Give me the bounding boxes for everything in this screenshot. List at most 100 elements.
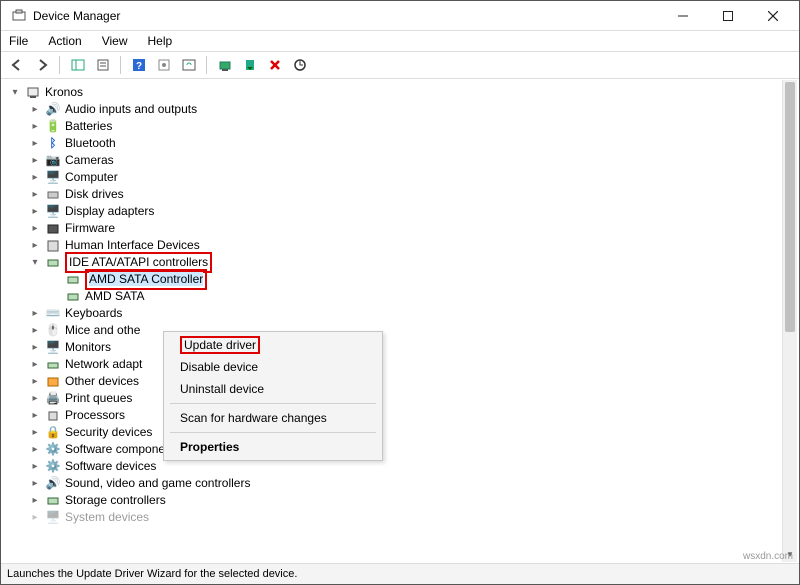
chevron-right-icon[interactable]: ▸ (29, 427, 41, 439)
tree-item-keyboards[interactable]: ▸ ⌨️ Keyboards (9, 305, 799, 322)
back-button[interactable] (6, 55, 27, 76)
scroll-thumb[interactable] (785, 82, 795, 332)
chevron-down-icon[interactable]: ▾ (29, 257, 41, 269)
tree-item-mice[interactable]: ▸ 🖱️ Mice and othe (9, 322, 799, 339)
chevron-right-icon[interactable]: ▸ (29, 240, 41, 252)
audio-icon: 🔊 (45, 102, 61, 118)
refresh-button[interactable] (178, 55, 199, 76)
cm-scan-hardware[interactable]: Scan for hardware changes (166, 407, 380, 429)
chevron-right-icon[interactable]: ▸ (29, 376, 41, 388)
chevron-right-icon[interactable]: ▸ (29, 461, 41, 473)
chevron-right-icon[interactable]: ▸ (29, 393, 41, 405)
chevron-right-icon[interactable]: ▸ (29, 206, 41, 218)
chevron-right-icon[interactable]: ▸ (29, 121, 41, 133)
cm-separator (170, 403, 376, 404)
tree-item-security[interactable]: ▸ 🔒 Security devices (9, 424, 799, 441)
menu-help[interactable]: Help (146, 33, 175, 49)
tree-item-amd-sata-controller[interactable]: AMD SATA Controller (9, 271, 799, 288)
tree-item-processors[interactable]: ▸ Processors (9, 407, 799, 424)
chevron-down-icon[interactable]: ▾ (9, 87, 21, 99)
audio-icon: 🔊 (45, 476, 61, 492)
tree-root-label: Kronos (45, 84, 83, 101)
chevron-right-icon[interactable]: ▸ (29, 223, 41, 235)
update-driver-button[interactable] (214, 55, 235, 76)
computer-icon (25, 85, 41, 101)
tree-item-software-devices[interactable]: ▸ ⚙️ Software devices (9, 458, 799, 475)
chevron-right-icon[interactable]: ▸ (29, 172, 41, 184)
device-tree-panel: ▾ Kronos ▸ 🔊 Audio inputs and outputs ▸ … (1, 80, 799, 564)
menu-view[interactable]: View (100, 33, 130, 49)
minimize-button[interactable] (660, 1, 705, 31)
help-button[interactable]: ? (128, 55, 149, 76)
monitor-icon: 🖥️ (45, 340, 61, 356)
tree-item-monitors[interactable]: ▸ 🖥️ Monitors (9, 339, 799, 356)
chevron-right-icon[interactable]: ▸ (29, 325, 41, 337)
window-controls (660, 1, 795, 31)
cm-update-driver[interactable]: Update driver (166, 334, 380, 356)
chevron-right-icon[interactable]: ▸ (29, 478, 41, 490)
chevron-right-icon[interactable]: ▸ (29, 512, 41, 524)
tree-item-network[interactable]: ▸ Network adapt (9, 356, 799, 373)
highlight-update-driver: Update driver (180, 336, 260, 354)
chevron-right-icon[interactable]: ▸ (29, 342, 41, 354)
maximize-button[interactable] (705, 1, 750, 31)
software-icon: ⚙️ (45, 442, 61, 458)
tree-item-display-adapters[interactable]: ▸ 🖥️ Display adapters (9, 203, 799, 220)
chevron-right-icon[interactable]: ▸ (29, 138, 41, 150)
cm-uninstall-device[interactable]: Uninstall device (166, 378, 380, 400)
tree-item-amd-sata[interactable]: AMD SATA (9, 288, 799, 305)
network-icon (45, 357, 61, 373)
chevron-right-icon[interactable]: ▸ (29, 155, 41, 167)
mouse-icon: 🖱️ (45, 323, 61, 339)
close-button[interactable] (750, 1, 795, 31)
forward-button[interactable] (31, 55, 52, 76)
window-title: Device Manager (33, 9, 120, 23)
tree-item-disk-drives[interactable]: ▸ Disk drives (9, 186, 799, 203)
chevron-right-icon[interactable]: ▸ (29, 495, 41, 507)
menu-file[interactable]: File (7, 33, 30, 49)
tree-item-other[interactable]: ▸ Other devices (9, 373, 799, 390)
tree-item-computer[interactable]: ▸ 🖥️ Computer (9, 169, 799, 186)
tree-item-print-queues[interactable]: ▸ 🖨️ Print queues (9, 390, 799, 407)
properties-button[interactable] (92, 55, 113, 76)
tree-item-sound-video-game[interactable]: ▸ 🔊 Sound, video and game controllers (9, 475, 799, 492)
chevron-right-icon[interactable]: ▸ (29, 359, 41, 371)
chevron-right-icon[interactable]: ▸ (29, 189, 41, 201)
chevron-right-icon[interactable]: ▸ (29, 104, 41, 116)
chevron-right-icon[interactable]: ▸ (29, 308, 41, 320)
tree-item-software-components[interactable]: ▸ ⚙️ Software components (9, 441, 799, 458)
scan-button[interactable] (289, 55, 310, 76)
system-icon: 🖥️ (45, 510, 61, 526)
tree-item-cameras[interactable]: ▸ 📷 Cameras (9, 152, 799, 169)
cm-disable-device[interactable]: Disable device (166, 356, 380, 378)
cm-separator (170, 432, 376, 433)
software-icon: ⚙️ (45, 459, 61, 475)
tree-root[interactable]: ▾ Kronos (9, 84, 799, 101)
status-text: Launches the Update Driver Wizard for th… (7, 568, 297, 580)
menubar: File Action View Help (1, 31, 799, 51)
tree-item-system-devices[interactable]: ▸ 🖥️ System devices (9, 509, 799, 526)
chevron-right-icon[interactable]: ▸ (29, 410, 41, 422)
storage-icon (45, 493, 61, 509)
chevron-right-icon[interactable]: ▸ (29, 444, 41, 456)
device-tree[interactable]: ▾ Kronos ▸ 🔊 Audio inputs and outputs ▸ … (1, 80, 799, 530)
show-hide-tree-button[interactable] (67, 55, 88, 76)
menu-action[interactable]: Action (46, 33, 83, 49)
security-icon: 🔒 (45, 425, 61, 441)
disable-button[interactable] (239, 55, 260, 76)
tree-item-bluetooth[interactable]: ▸ ᛒ Bluetooth (9, 135, 799, 152)
tree-item-storage-controllers[interactable]: ▸ Storage controllers (9, 492, 799, 509)
display-icon: 🖥️ (45, 204, 61, 220)
printer-icon: 🖨️ (45, 391, 61, 407)
cpu-icon (45, 408, 61, 424)
uninstall-button[interactable] (264, 55, 285, 76)
action-button[interactable] (153, 55, 174, 76)
titlebar: Device Manager (1, 1, 799, 31)
highlight-amd-sata: AMD SATA Controller (85, 269, 207, 290)
tree-item-firmware[interactable]: ▸ Firmware (9, 220, 799, 237)
tree-item-audio[interactable]: ▸ 🔊 Audio inputs and outputs (9, 101, 799, 118)
vertical-scrollbar[interactable]: ▴ ▾ (782, 80, 797, 562)
tree-item-batteries[interactable]: ▸ 🔋 Batteries (9, 118, 799, 135)
hid-icon (45, 238, 61, 254)
cm-properties[interactable]: Properties (166, 436, 380, 458)
